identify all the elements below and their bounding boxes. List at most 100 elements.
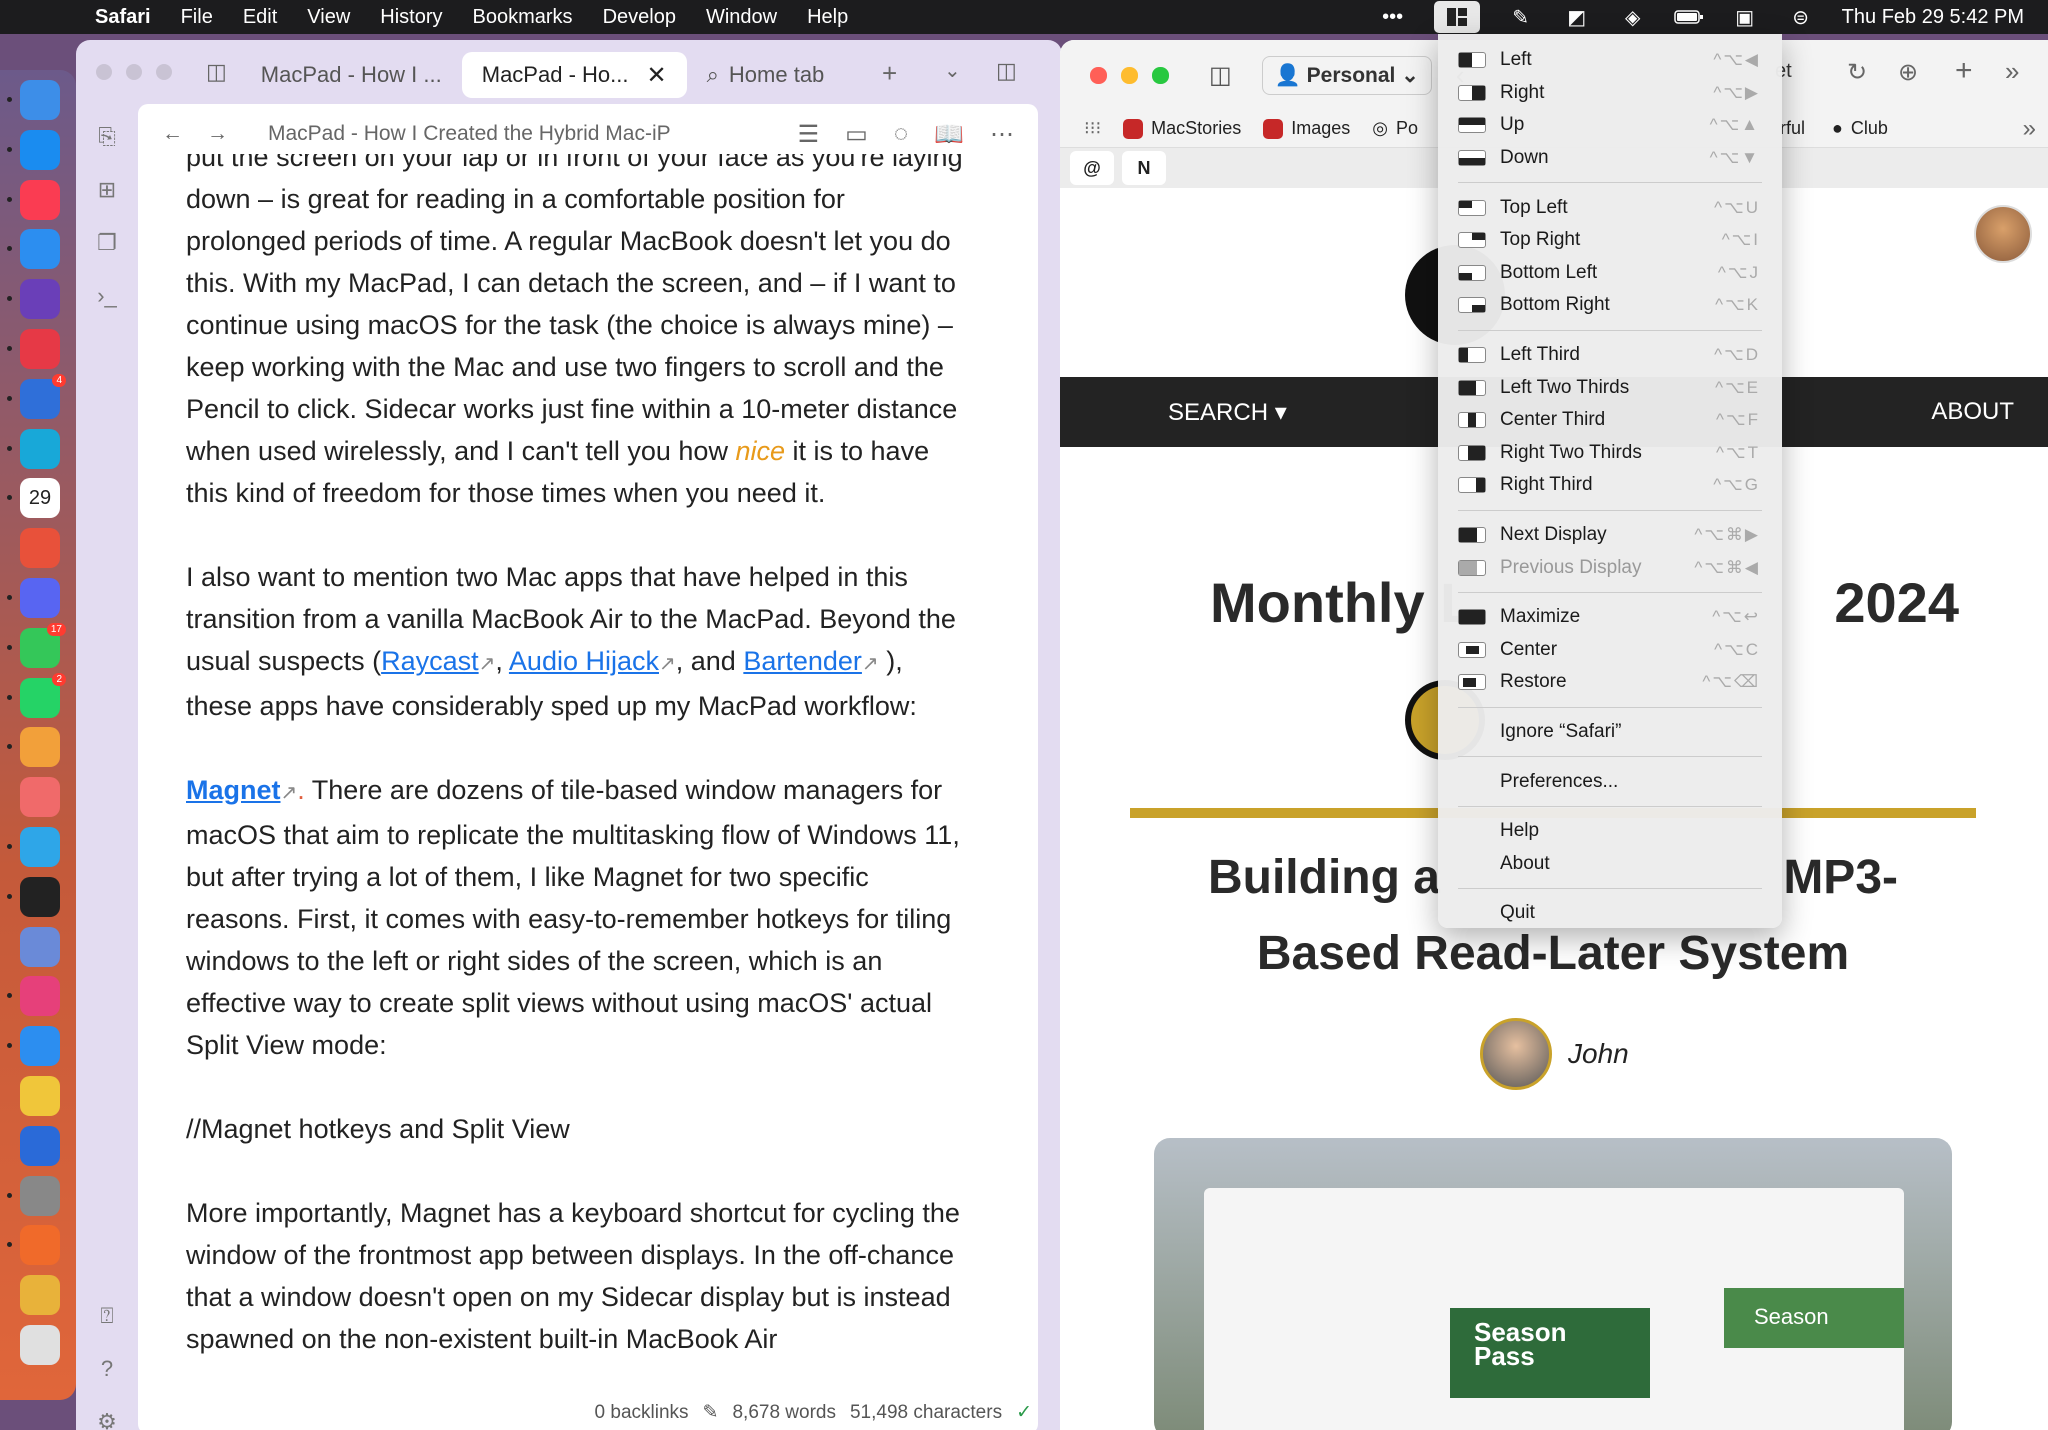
minimize-button[interactable] [1121, 66, 1138, 84]
dock-app-store-icon[interactable] [7, 129, 60, 170]
back-arrow-icon[interactable]: ← [162, 122, 183, 146]
book-icon[interactable]: 📖 [934, 120, 964, 149]
menu-clock[interactable]: Thu Feb 29 5:42 PM [1842, 6, 2024, 29]
threads-pinned-tab[interactable]: @ [1070, 151, 1114, 185]
dock-safari-icon[interactable] [7, 229, 60, 270]
favorite-club[interactable]: ● Club [1832, 118, 1888, 139]
dock-obsidian-icon[interactable] [7, 279, 60, 320]
terminal-icon[interactable]: ›_ [76, 276, 138, 316]
canvas-icon[interactable]: ⊞ [76, 170, 138, 210]
author-byline[interactable]: John [1480, 1018, 1629, 1090]
char-count[interactable]: 51,498 characters [850, 1402, 1002, 1424]
menu-item-left[interactable]: Left ^⌥◀ [1438, 44, 1782, 77]
menu-item-center[interactable]: Center ^⌥C [1438, 634, 1782, 667]
dock-firefox-orb-icon[interactable] [7, 1225, 60, 1266]
note-title[interactable]: MacPad - How I Created the Hybrid Mac-iP [268, 122, 772, 146]
favorite-images[interactable]: Images [1263, 118, 1350, 139]
menu-item-restore[interactable]: Restore ^⌥⌫ [1438, 666, 1782, 699]
copy-icon[interactable]: ❐ [76, 223, 138, 263]
menu-item-ignore-safari[interactable]: Ignore “Safari” [1438, 716, 1782, 749]
menu-item-left-third[interactable]: Left Third ^⌥D [1438, 339, 1782, 372]
zoom-button[interactable] [1152, 66, 1169, 84]
vault-icon[interactable]: ⍰ [76, 1296, 138, 1336]
menu-item-bottom-left[interactable]: Bottom Left ^⌥J [1438, 257, 1782, 290]
menu-edit[interactable]: Edit [228, 6, 292, 29]
menu-item-help[interactable]: Help [1438, 815, 1782, 848]
download-icon[interactable]: ⊕ [1898, 58, 1918, 87]
menu-window[interactable]: Window [691, 6, 792, 29]
tab-2-active[interactable]: MacPad - Ho... ✕ [461, 52, 687, 98]
profile-selector[interactable]: 👤 Personal ⌄ [1261, 55, 1432, 95]
dock-messages-icon[interactable]: 17 [7, 622, 66, 668]
sync-check-icon[interactable]: ✓ [1016, 1401, 1032, 1424]
menu-item-next-display[interactable]: Next Display ^⌥⌘▶ [1438, 519, 1782, 552]
outline-icon[interactable]: ☰ [798, 120, 820, 149]
dock-calendar-icon[interactable]: 29 [7, 478, 60, 519]
menu-item-quit[interactable]: Quit [1438, 897, 1782, 930]
open-quick-switcher-icon[interactable]: ⎘ [76, 117, 138, 157]
close-button[interactable] [1090, 66, 1107, 84]
dock-discord-icon[interactable] [7, 577, 60, 618]
forward-arrow-icon[interactable]: → [207, 122, 228, 146]
sidecar-icon[interactable]: ◩ [1562, 5, 1592, 29]
link-raycast[interactable]: Raycast [381, 646, 479, 676]
dock-tableplus-icon[interactable] [20, 926, 60, 967]
dock-threads-icon[interactable] [7, 976, 60, 1017]
tab-overview-icon[interactable]: » [2005, 56, 2019, 87]
menu-item-left-two-thirds[interactable]: Left Two Thirds ^⌥E [1438, 371, 1782, 404]
menu-item-right-third[interactable]: Right Third ^⌥G [1438, 469, 1782, 502]
dock-shortcuts-icon[interactable] [20, 528, 60, 569]
tab-1[interactable]: MacPad - How I ... [241, 52, 462, 98]
backlinks-count[interactable]: 0 backlinks [595, 1402, 689, 1424]
zoom-button[interactable] [156, 64, 172, 80]
avatar[interactable] [1974, 205, 2032, 263]
layers-icon[interactable]: ◈ [1618, 5, 1648, 29]
dock-whatsapp-icon[interactable]: 2 [7, 672, 66, 718]
hero-image[interactable]: Season Pass Season [1154, 1138, 1952, 1430]
battery-icon[interactable] [1673, 5, 1704, 29]
close-button[interactable] [96, 64, 112, 80]
menu-item-up[interactable]: Up ^⌥▲ [1438, 109, 1782, 142]
dock-archive-icon[interactable] [20, 1075, 60, 1116]
menu-item-top-right[interactable]: Top Right ^⌥I [1438, 224, 1782, 257]
menu-bookmarks[interactable]: Bookmarks [458, 6, 588, 29]
dock-finder-icon[interactable] [7, 80, 60, 120]
minimize-button[interactable] [126, 64, 142, 80]
screen-mirroring-icon[interactable]: ▣ [1730, 5, 1760, 29]
more-options-icon[interactable]: ⋯ [990, 120, 1014, 149]
tab-3[interactable]: ⌕ Home tab [687, 52, 845, 98]
menu-item-maximize[interactable]: Maximize ^⌥↩ [1438, 601, 1782, 634]
magnet-icon[interactable] [1433, 1, 1480, 33]
nav-search[interactable]: SEARCH ▾ [1168, 398, 1287, 427]
menu-history[interactable]: History [365, 6, 457, 29]
menu-develop[interactable]: Develop [588, 6, 691, 29]
menu-item-right-two-thirds[interactable]: Right Two Thirds ^⌥T [1438, 437, 1782, 470]
dock-system-settings-icon[interactable] [7, 1175, 60, 1216]
new-tab-icon[interactable]: + [882, 58, 897, 89]
more-icon[interactable]: ••• [1378, 5, 1408, 29]
favorite-macstories[interactable]: MacStories [1123, 118, 1241, 139]
menu-help[interactable]: Help [792, 6, 863, 29]
close-tab-icon[interactable]: ✕ [646, 61, 666, 90]
folder-icon[interactable]: ▭ [845, 120, 868, 149]
menu-file[interactable]: File [166, 6, 228, 29]
menu-item-top-left[interactable]: Top Left ^⌥U [1438, 191, 1782, 224]
dock-audio-hijack-icon[interactable] [7, 876, 60, 917]
menu-item-bottom-right[interactable]: Bottom Right ^⌥K [1438, 289, 1782, 322]
grid-icon[interactable]: ⁝⁝⁝ [1084, 118, 1101, 139]
pen-icon[interactable]: ✎ [1506, 5, 1536, 29]
chevron-down-icon[interactable]: ⌄ [944, 58, 961, 83]
menu-item-center-third[interactable]: Center Third ^⌥F [1438, 404, 1782, 437]
menu-item-right[interactable]: Right ^⌥▶ [1438, 77, 1782, 110]
menu-app-name[interactable]: Safari [80, 6, 166, 29]
favorite-rful[interactable]: rful [1780, 118, 1805, 139]
dock-downloader-icon[interactable] [7, 826, 60, 867]
dock-things-icon[interactable]: 4 [7, 373, 66, 419]
right-sidebar-toggle-icon[interactable]: ◫ [996, 58, 1017, 84]
nav-about[interactable]: ABOUT [1931, 398, 2014, 426]
help-icon[interactable]: ? [76, 1349, 138, 1389]
dock-paragraph-icon[interactable] [20, 1125, 60, 1166]
dock-trash-icon[interactable] [20, 1324, 60, 1365]
link-bartender[interactable]: Bartender [743, 646, 862, 676]
dock-photos-icon[interactable] [7, 727, 60, 768]
